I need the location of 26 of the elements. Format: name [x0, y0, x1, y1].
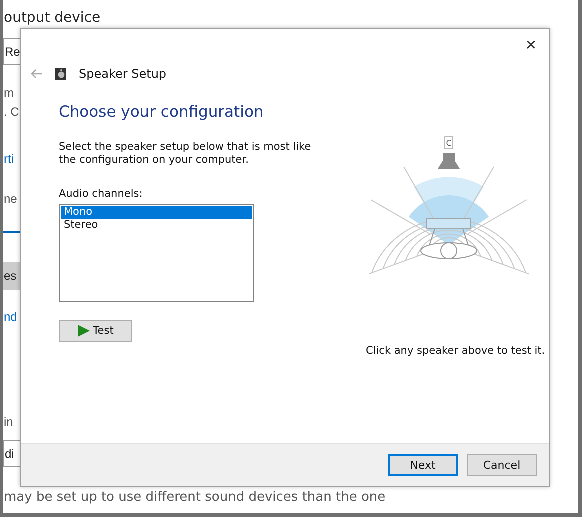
list-item[interactable]: Mono	[61, 206, 252, 219]
settings-link[interactable]: rti	[4, 150, 14, 168]
back-arrow-icon[interactable]	[31, 69, 43, 79]
description-text: in	[4, 414, 14, 431]
page-heading: Choose your configuration	[59, 103, 265, 121]
speaker-icon	[55, 68, 67, 80]
list-item[interactable]: Stereo	[61, 219, 252, 232]
close-button[interactable]: ✕	[525, 29, 549, 57]
channel-list[interactable]: Mono Stereo	[59, 204, 254, 302]
play-icon	[77, 324, 92, 338]
instruction-text: Select the speaker setup below that is most like the configuration on your computer.	[59, 141, 312, 167]
test-button[interactable]: Test	[59, 320, 132, 342]
description-text: m	[4, 85, 14, 102]
list-label: Audio channels:	[59, 188, 144, 200]
description-text: may be set up to use different sound devices than the one	[4, 489, 386, 507]
next-button[interactable]: Next	[388, 454, 458, 476]
settings-link[interactable]: nd	[4, 308, 18, 326]
description-text: ne	[4, 191, 18, 208]
description-text: . C	[4, 104, 20, 121]
speaker-icon[interactable]	[438, 153, 460, 169]
hint-text: Click any speaker above to test it.	[366, 345, 546, 357]
dialog-title: Speaker Setup	[79, 67, 167, 81]
settings-button[interactable]: es	[3, 262, 20, 290]
cancel-button[interactable]: Cancel	[467, 454, 537, 476]
section-heading: output device	[4, 9, 101, 28]
speaker-label: C	[446, 139, 452, 148]
